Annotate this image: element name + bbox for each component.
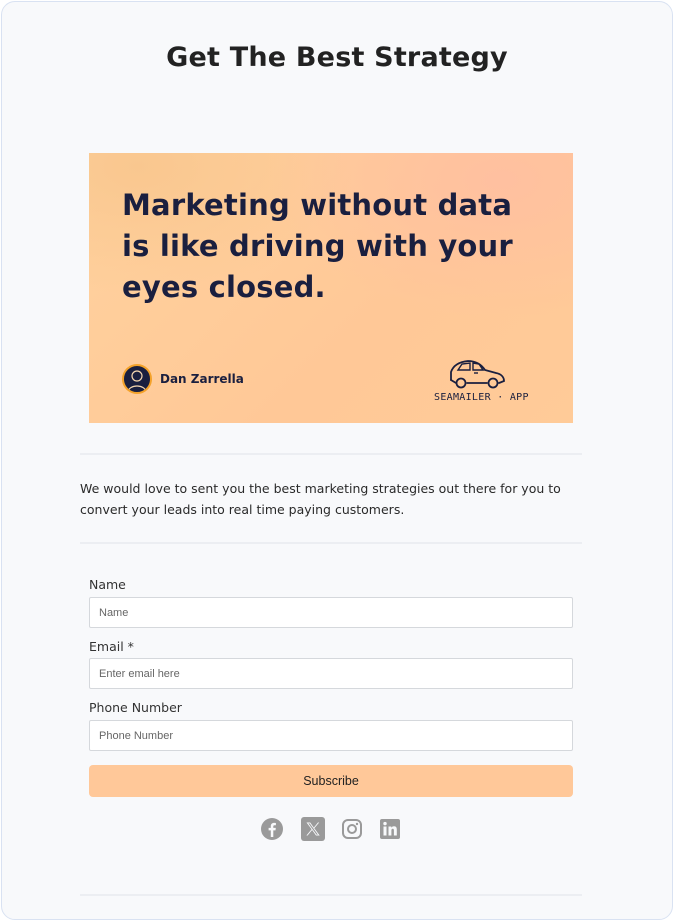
- hero-quote: Marketing without data is like driving w…: [122, 188, 513, 304]
- divider: [80, 542, 582, 544]
- hero-image: Marketing without data is like driving w…: [89, 153, 573, 423]
- phone-input[interactable]: [89, 720, 573, 751]
- brand-text: SEAMAILER · APP: [434, 392, 529, 403]
- facebook-icon[interactable]: [261, 818, 283, 840]
- phone-label: Phone Number: [89, 700, 182, 715]
- email-label: Email *: [89, 639, 134, 654]
- linkedin-icon[interactable]: [379, 818, 401, 840]
- x-icon[interactable]: [301, 817, 325, 841]
- author-avatar: [122, 364, 152, 394]
- instagram-icon[interactable]: [341, 818, 363, 840]
- description-text: We would love to sent you the best marke…: [80, 481, 561, 517]
- divider: [80, 894, 582, 896]
- email-input[interactable]: [89, 658, 573, 689]
- divider: [80, 453, 582, 455]
- page-title: Get The Best Strategy: [166, 42, 508, 73]
- author-name: Dan Zarrella: [160, 372, 244, 386]
- subscribe-button[interactable]: Subscribe: [89, 765, 573, 797]
- name-input[interactable]: [89, 597, 573, 628]
- name-label: Name: [89, 577, 126, 592]
- email-card: Get The Best Strategy Marketing without …: [1, 1, 673, 920]
